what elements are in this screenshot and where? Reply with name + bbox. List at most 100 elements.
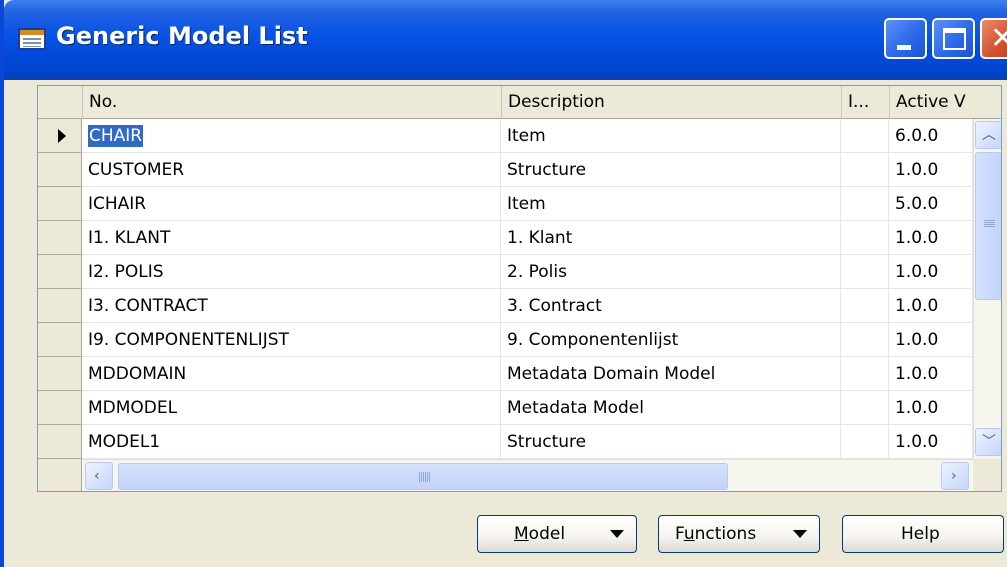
cell-no[interactable]: CHAIR — [82, 119, 501, 153]
row-selector[interactable] — [38, 391, 82, 425]
row-selector[interactable] — [38, 221, 82, 255]
cell-active-version-text: 5.0.0 — [895, 194, 939, 214]
row-selector[interactable] — [38, 323, 82, 357]
horizontal-scroll-thumb[interactable] — [118, 463, 728, 490]
cell-i[interactable] — [841, 255, 889, 289]
row-selector[interactable] — [38, 425, 82, 459]
title-bar[interactable]: Generic Model List ✕ — [4, 0, 1007, 80]
chevron-down-icon — [610, 530, 624, 538]
cell-description[interactable]: 2. Polis — [501, 255, 841, 289]
cell-no[interactable]: I9. COMPONENTENLIJST — [82, 323, 501, 357]
model-menu-button[interactable]: Model — [477, 515, 637, 553]
row-selector[interactable] — [38, 357, 82, 391]
table-row[interactable]: I1. KLANT 1. Klant 1.0.0 — [38, 221, 973, 255]
table-row[interactable]: MODEL1 Structure 1.0.0 — [38, 425, 973, 459]
cell-active-version[interactable]: 6.0.0 — [889, 119, 973, 153]
cell-no-text: I9. COMPONENTENLIJST — [88, 330, 289, 350]
cell-i[interactable] — [841, 119, 889, 153]
model-list-grid[interactable]: No. Description I... Active V CHAIR Item 6… — [37, 85, 1002, 492]
scroll-up-button[interactable]: ︿ — [975, 121, 1001, 149]
chevron-left-icon: ‹ — [94, 468, 100, 484]
window-form-icon — [18, 28, 46, 50]
cell-active-version[interactable]: 1.0.0 — [889, 255, 973, 289]
cell-active-version[interactable]: 1.0.0 — [889, 221, 973, 255]
vertical-scrollbar[interactable]: ︿ ﹀ — [973, 119, 1001, 459]
cell-no[interactable]: CUSTOMER — [82, 153, 501, 187]
table-row[interactable]: MDMODEL Metadata Model 1.0.0 — [38, 391, 973, 425]
cell-description[interactable]: Metadata Domain Model — [501, 357, 841, 391]
cell-active-version[interactable]: 1.0.0 — [889, 357, 973, 391]
cell-active-version[interactable]: 1.0.0 — [889, 289, 973, 323]
cell-no-text: MDDOMAIN — [88, 364, 187, 384]
cell-description[interactable]: Item — [501, 187, 841, 221]
cell-active-version-text: 1.0.0 — [895, 364, 939, 384]
cell-no[interactable]: MDMODEL — [82, 391, 501, 425]
cell-description[interactable]: 3. Contract — [501, 289, 841, 323]
cell-description[interactable]: Structure — [501, 153, 841, 187]
chevron-up-icon: ︿ — [982, 127, 996, 143]
cell-description[interactable]: Structure — [501, 425, 841, 459]
cell-i[interactable] — [841, 289, 889, 323]
close-button[interactable]: ✕ — [980, 18, 1007, 59]
cell-i[interactable] — [841, 153, 889, 187]
grip-icon — [419, 472, 430, 482]
column-header-description[interactable]: Description — [501, 86, 841, 119]
cell-active-version[interactable]: 1.0.0 — [889, 425, 973, 459]
cell-active-version-text: 1.0.0 — [895, 398, 939, 418]
cell-active-version[interactable]: 1.0.0 — [889, 391, 973, 425]
cell-no[interactable]: MODEL1 — [82, 425, 501, 459]
table-row[interactable]: I2. POLIS 2. Polis 1.0.0 — [38, 255, 973, 289]
cell-description[interactable]: 1. Klant — [501, 221, 841, 255]
current-row-icon — [58, 129, 66, 143]
cell-i[interactable] — [841, 391, 889, 425]
table-row[interactable]: MDDOMAIN Metadata Domain Model 1.0.0 — [38, 357, 973, 391]
minimize-button[interactable] — [884, 18, 927, 59]
cell-description[interactable]: 9. Componentenlijst — [501, 323, 841, 357]
table-row[interactable]: CHAIR Item 6.0.0 — [38, 119, 973, 153]
table-row[interactable]: ICHAIR Item 5.0.0 — [38, 187, 973, 221]
cell-description[interactable]: Item — [501, 119, 841, 153]
cell-i[interactable] — [841, 425, 889, 459]
cell-i[interactable] — [841, 187, 889, 221]
scroll-left-button[interactable]: ‹ — [85, 462, 113, 490]
table-row[interactable]: CUSTOMER Structure 1.0.0 — [38, 153, 973, 187]
table-row[interactable]: I9. COMPONENTENLIJST 9. Componentenlijst 1… — [38, 323, 973, 357]
table-row[interactable]: I3. CONTRACT 3. Contract 1.0.0 — [38, 289, 973, 323]
scroll-down-button[interactable]: ﹀ — [975, 428, 1001, 456]
maximize-button[interactable] — [932, 18, 975, 59]
cell-description-text: 2. Polis — [507, 262, 567, 282]
cell-active-version[interactable]: 5.0.0 — [889, 187, 973, 221]
cell-no-text: I2. POLIS — [88, 262, 164, 282]
cell-active-version[interactable]: 1.0.0 — [889, 323, 973, 357]
column-header-i[interactable]: I... — [841, 86, 889, 119]
chevron-right-icon: › — [951, 468, 957, 484]
row-selector[interactable] — [38, 153, 82, 187]
functions-menu-button[interactable]: Functions — [658, 515, 820, 553]
vertical-scroll-thumb[interactable] — [975, 152, 1001, 300]
row-selector[interactable] — [38, 289, 82, 323]
cell-active-version-text: 6.0.0 — [895, 126, 939, 146]
row-selector[interactable] — [38, 119, 82, 153]
cell-i[interactable] — [841, 323, 889, 357]
scroll-right-button[interactable]: › — [941, 462, 969, 490]
cell-no[interactable]: MDDOMAIN — [82, 357, 501, 391]
cell-active-version-text: 1.0.0 — [895, 262, 939, 282]
cell-i[interactable] — [841, 221, 889, 255]
cell-active-version[interactable]: 1.0.0 — [889, 153, 973, 187]
help-button[interactable]: Help — [842, 515, 1004, 553]
cell-no[interactable]: I1. KLANT — [82, 221, 501, 255]
cell-no[interactable]: I2. POLIS — [82, 255, 501, 289]
cell-no[interactable]: ICHAIR — [82, 187, 501, 221]
column-header-active-version[interactable]: Active V — [889, 86, 1001, 119]
row-selector[interactable] — [38, 255, 82, 289]
cell-no-text: I1. KLANT — [88, 228, 171, 248]
row-selector[interactable] — [38, 187, 82, 221]
cell-description-text: Metadata Model — [507, 398, 644, 418]
column-header-no[interactable]: No. — [82, 86, 501, 119]
cell-description[interactable]: Metadata Model — [501, 391, 841, 425]
horizontal-scrollbar[interactable]: ‹ › — [82, 459, 973, 491]
functions-button-label: Functions — [675, 524, 757, 544]
cell-no[interactable]: I3. CONTRACT — [82, 289, 501, 323]
cell-active-version-text: 1.0.0 — [895, 296, 939, 316]
cell-i[interactable] — [841, 357, 889, 391]
